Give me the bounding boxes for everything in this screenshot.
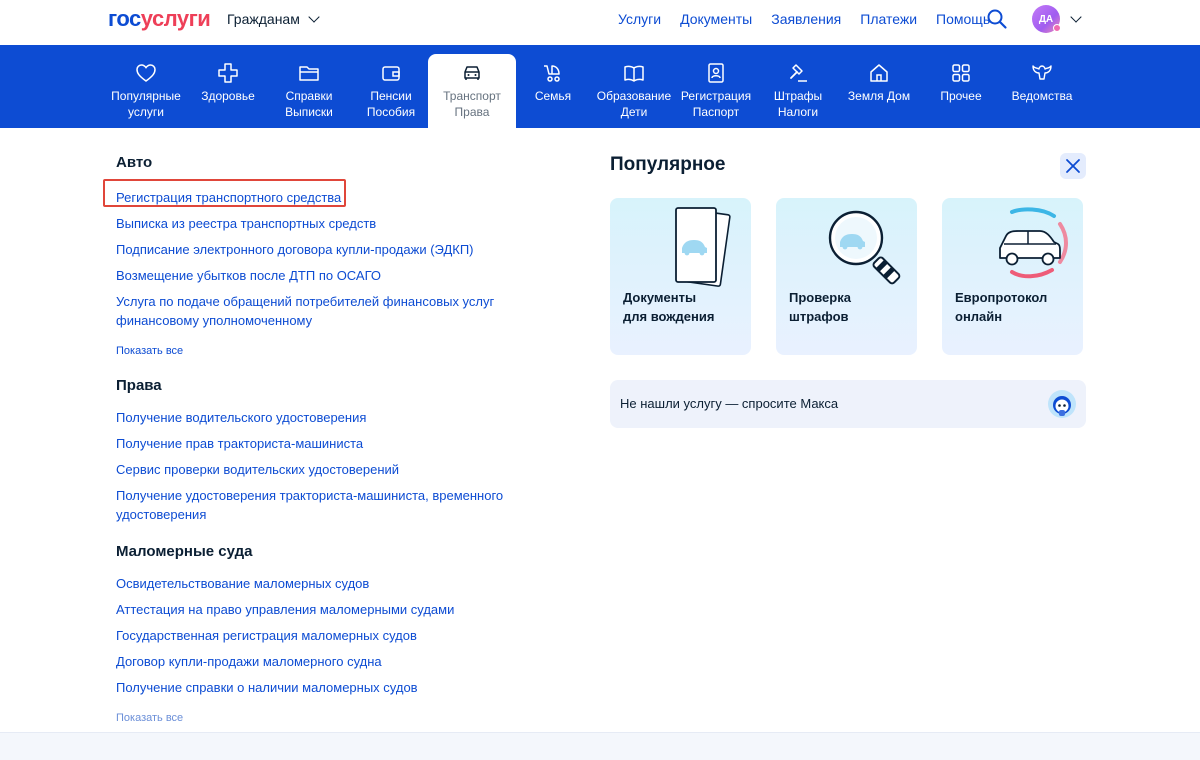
popular-title: Популярное: [610, 154, 726, 175]
card-driving-documents[interactable]: Документы для вождения: [610, 198, 751, 355]
section-title-boats: Маломерные суда: [116, 543, 253, 560]
link-vehicle-registration[interactable]: Регистрация транспортного средства: [116, 188, 556, 207]
category-bar: Популярные услуги Здоровье Справки Выпис…: [0, 45, 1200, 128]
services-list: Авто Регистрация транспортного средства …: [116, 145, 556, 725]
search-icon[interactable]: [986, 8, 1008, 30]
tab-fines[interactable]: Штрафы Налоги: [754, 54, 842, 128]
top-nav: Услуги Документы Заявления Платежи Помощ…: [618, 11, 1009, 27]
car-icon: [464, 66, 480, 80]
documents-icon: [675, 207, 731, 287]
gavel-icon: [790, 64, 807, 82]
section-title-auto: Авто: [116, 154, 153, 171]
avatar[interactable]: ДА: [1032, 5, 1061, 33]
card-check-fines[interactable]: Проверка штрафов: [776, 198, 917, 355]
passport-icon: [708, 63, 724, 83]
link-financial-ombudsman[interactable]: Услуга по подаче обращений потребителей …: [116, 292, 556, 330]
health-cross-icon: [218, 63, 238, 83]
card-europrotocol[interactable]: Европротокол онлайн: [942, 198, 1083, 355]
car-outline-icon: [999, 207, 1068, 279]
house-icon: [870, 64, 888, 82]
tab-certificates[interactable]: Справки Выписки: [265, 54, 353, 128]
link-edkp[interactable]: Подписание электронного договора купли-п…: [116, 240, 556, 259]
audience-label: Гражданам: [227, 11, 300, 27]
gosuslugi-logo[interactable]: госуслуги: [108, 6, 211, 32]
link-license-check[interactable]: Сервис проверки водительских удостоверен…: [116, 460, 556, 479]
tab-transport[interactable]: Транспорт Права: [428, 54, 516, 128]
audience-selector[interactable]: Гражданам: [227, 11, 320, 27]
heart-icon: [136, 64, 156, 82]
book-icon: [624, 65, 644, 82]
tab-family[interactable]: Семья: [509, 54, 597, 128]
tab-agencies[interactable]: Ведомства: [998, 54, 1086, 128]
show-all-auto[interactable]: Показать все: [116, 344, 556, 358]
ask-maks-button[interactable]: Не нашли услугу — спросите Макса: [610, 380, 1086, 428]
tab-registration[interactable]: Регистрация Паспорт: [672, 54, 760, 128]
chevron-down-icon[interactable]: [1070, 11, 1082, 23]
folder-icon: [299, 66, 319, 81]
emblem-icon: [1032, 65, 1052, 80]
link-osago-compensation[interactable]: Возмещение убытков после ДТП по ОСАГО: [116, 266, 556, 285]
avatar-initials: ДА: [1038, 13, 1054, 25]
tab-pensions[interactable]: Пенсии Пособия: [347, 54, 435, 128]
grid-icon: [952, 64, 970, 82]
tab-popular[interactable]: Популярные услуги: [102, 54, 190, 128]
ask-maks-label: Не нашли услугу — спросите Макса: [620, 396, 839, 411]
link-vehicle-registry-extract[interactable]: Выписка из реестра транспортных средств: [116, 214, 556, 233]
nav-services[interactable]: Услуги: [618, 11, 661, 27]
link-tractor-temp-license[interactable]: Получение удостоверения тракториста-маши…: [116, 486, 556, 524]
tab-land-house[interactable]: Земля Дом: [835, 54, 923, 128]
nav-applications[interactable]: Заявления: [771, 11, 841, 27]
link-boat-sale-contract[interactable]: Договор купли-продажи маломерного судна: [116, 652, 556, 671]
section-title-rights: Права: [116, 377, 162, 394]
nav-help[interactable]: Помощь: [936, 11, 990, 27]
tab-health[interactable]: Здоровье: [184, 54, 272, 128]
tab-education[interactable]: Образование Дети: [590, 54, 678, 128]
nav-documents[interactable]: Документы: [680, 11, 752, 27]
link-boat-registration[interactable]: Государственная регистрация маломерных с…: [116, 626, 556, 645]
notification-dot: [1053, 24, 1061, 32]
tab-other[interactable]: Прочее: [917, 54, 1005, 128]
footer-strip: [0, 732, 1200, 760]
link-boat-certificate[interactable]: Получение справки о наличии маломерных с…: [116, 678, 556, 697]
magnifier-icon: [828, 210, 901, 285]
top-header: госуслуги Гражданам Услуги Документы Зая…: [0, 0, 1200, 45]
chevron-down-icon: [308, 11, 320, 23]
link-boat-inspection[interactable]: Освидетельствование маломерных судов: [116, 574, 556, 593]
link-boat-certification[interactable]: Аттестация на право управления маломерны…: [116, 600, 556, 619]
nav-payments[interactable]: Платежи: [860, 11, 917, 27]
stroller-icon: [544, 65, 560, 82]
assistant-avatar-icon: [1048, 390, 1076, 418]
wallet-icon: [382, 66, 400, 81]
link-driver-license[interactable]: Получение водительского удостоверения: [116, 408, 556, 427]
link-tractor-license[interactable]: Получение прав тракториста-машиниста: [116, 434, 556, 453]
close-icon[interactable]: [1060, 153, 1086, 179]
show-all-boats[interactable]: Показать все: [116, 711, 556, 725]
